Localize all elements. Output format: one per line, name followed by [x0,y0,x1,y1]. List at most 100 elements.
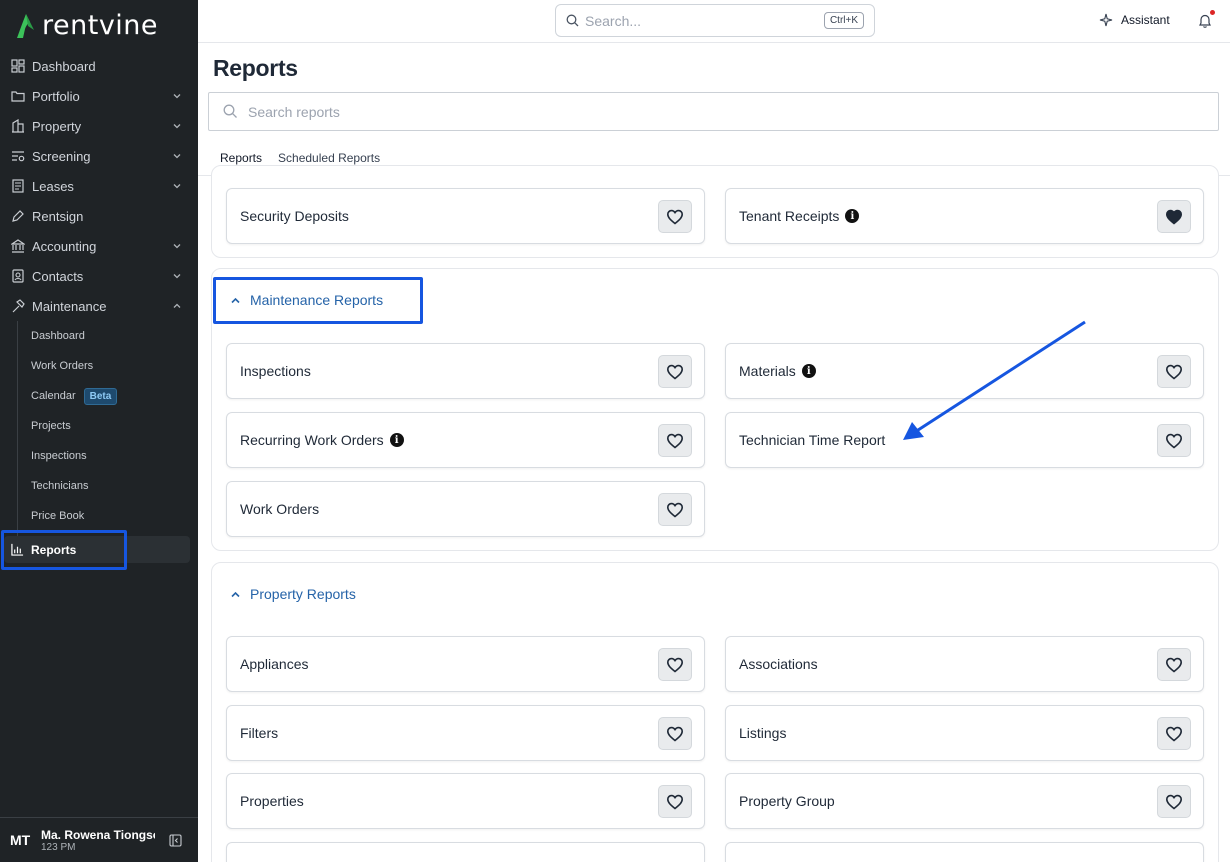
heart-outline-icon [666,209,684,225]
report-card-technician-time-report[interactable]: Technician Time Report [725,412,1204,468]
heart-outline-icon [1165,794,1183,810]
sidebar-item-property[interactable]: Property [0,111,198,141]
beta-badge: Beta [83,387,118,405]
heart-outline-icon [666,364,684,380]
sidebar-item-contacts[interactable]: Contacts [0,261,198,291]
report-card-label: Security Deposits [240,208,349,224]
favorite-button[interactable] [1157,648,1191,681]
subitem-label: Technicians [31,480,89,492]
sparkles-icon [1099,13,1113,27]
report-card-filters[interactable]: Filters [226,705,705,761]
global-search-input[interactable]: Search... Ctrl+K [555,4,875,37]
report-card-label: Materials [739,363,796,379]
report-card-partial[interactable] [725,842,1204,862]
sidebar-subitem-inspections[interactable]: Inspections [0,441,198,471]
user-name: Ma. Rowena Tiongson [41,827,155,842]
report-card-materials[interactable]: Materials i [725,343,1204,399]
report-card-recurring-work-orders[interactable]: Recurring Work Orders i [226,412,705,468]
favorite-button[interactable] [1157,200,1191,233]
report-card-security-deposits[interactable]: Security Deposits [226,188,705,244]
collapse-sidebar-icon[interactable] [169,834,182,847]
subitem-label: Dashboard [31,330,85,342]
search-reports-input[interactable]: Search reports [208,92,1219,131]
search-icon [566,14,579,27]
report-card-tenant-receipts[interactable]: Tenant Receipts i [725,188,1204,244]
favorite-button[interactable] [1157,355,1191,388]
sidebar-item-dashboard[interactable]: Dashboard [0,51,198,81]
sidebar-item-label: Rentsign [32,208,84,224]
report-card-property-group[interactable]: Property Group [725,773,1204,829]
sidebar-item-screening[interactable]: Screening [0,141,198,171]
heart-outline-icon [1165,433,1183,449]
sidebar-item-portfolio[interactable]: Portfolio [0,81,198,111]
dashboard-icon [11,59,25,73]
sidebar-item-label: Contacts [32,268,84,284]
heart-outline-icon [666,502,684,518]
search-reports-placeholder: Search reports [248,103,340,120]
sidebar-subitem-projects[interactable]: Projects [0,411,198,441]
sidebar: rentvine Dashboard Portfolio Property Sc… [0,0,198,862]
section-heading: Property Reports [250,586,356,602]
heart-outline-icon [666,657,684,673]
page-title: Reports [213,55,298,81]
report-card-inspections[interactable]: Inspections [226,343,705,399]
favorite-button[interactable] [658,785,692,818]
sidebar-nav: Dashboard Portfolio Property Screening L… [0,51,198,536]
report-card-partial[interactable] [226,842,705,862]
subitem-label: Calendar [31,390,76,402]
brand-name: rentvine [42,9,159,41]
folder-icon [11,91,25,102]
report-card-work-orders[interactable]: Work Orders [226,481,705,537]
report-card-listings[interactable]: Listings [725,705,1204,761]
bell-icon[interactable] [1198,13,1212,29]
leaf-logo-icon [17,14,34,38]
screening-icon [12,151,25,162]
report-card-appliances[interactable]: Appliances [226,636,705,692]
chevron-down-icon [173,124,181,129]
report-card-label: Technician Time Report [739,432,886,448]
subitem-label: Inspections [31,450,87,462]
report-card-label: Appliances [240,656,309,672]
sidebar-subitem-price-book[interactable]: Price Book [0,501,198,531]
sidebar-item-accounting[interactable]: Accounting [0,231,198,261]
sidebar-item-leases[interactable]: Leases [0,171,198,201]
favorite-button[interactable] [658,355,692,388]
favorite-button[interactable] [658,200,692,233]
report-card-label: Properties [240,793,304,809]
subitem-label: Price Book [31,510,85,522]
sidebar-item-label: Screening [32,148,91,164]
favorite-button[interactable] [1157,785,1191,818]
info-icon[interactable]: i [389,433,404,447]
sidebar-subitem-work-orders[interactable]: Work Orders [0,351,198,381]
notification-dot [1210,10,1215,15]
favorite-button[interactable] [658,717,692,750]
report-card-properties[interactable]: Properties [226,773,705,829]
sidebar-subitem-technicians[interactable]: Technicians [0,471,198,501]
sidebar-item-label: Accounting [32,238,97,254]
chevron-up-icon [173,303,181,308]
user-profile[interactable]: MT Ma. Rowena Tiongson 123 PM [0,817,198,862]
sidebar-item-rentsign[interactable]: Rentsign [0,201,198,231]
subitem-label: Work Orders [31,360,94,372]
favorite-button[interactable] [658,493,692,526]
sidebar-item-label: Maintenance [32,298,107,314]
contacts-icon [12,269,24,283]
sidebar-item-maintenance[interactable]: Maintenance [0,291,198,321]
chevron-down-icon [173,94,181,99]
building-icon [12,119,24,133]
shortcut-badge: Ctrl+K [823,12,864,29]
favorite-button[interactable] [1157,424,1191,457]
favorite-button[interactable] [658,648,692,681]
assistant-button[interactable]: Assistant [1099,13,1170,27]
favorite-button[interactable] [1157,717,1191,750]
sidebar-subitem-calendar[interactable]: Calendar Beta [0,381,198,411]
report-card-associations[interactable]: Associations [725,636,1204,692]
heart-outline-icon [1165,726,1183,742]
property-reports-toggle[interactable]: Property Reports [230,586,356,602]
report-card-label: Listings [739,725,787,741]
info-icon[interactable]: i [801,364,816,378]
sidebar-subitem-dashboard[interactable]: Dashboard [0,321,198,351]
info-icon[interactable]: i [845,209,860,223]
rentvine-logo[interactable]: rentvine [14,9,159,41]
favorite-button[interactable] [658,424,692,457]
